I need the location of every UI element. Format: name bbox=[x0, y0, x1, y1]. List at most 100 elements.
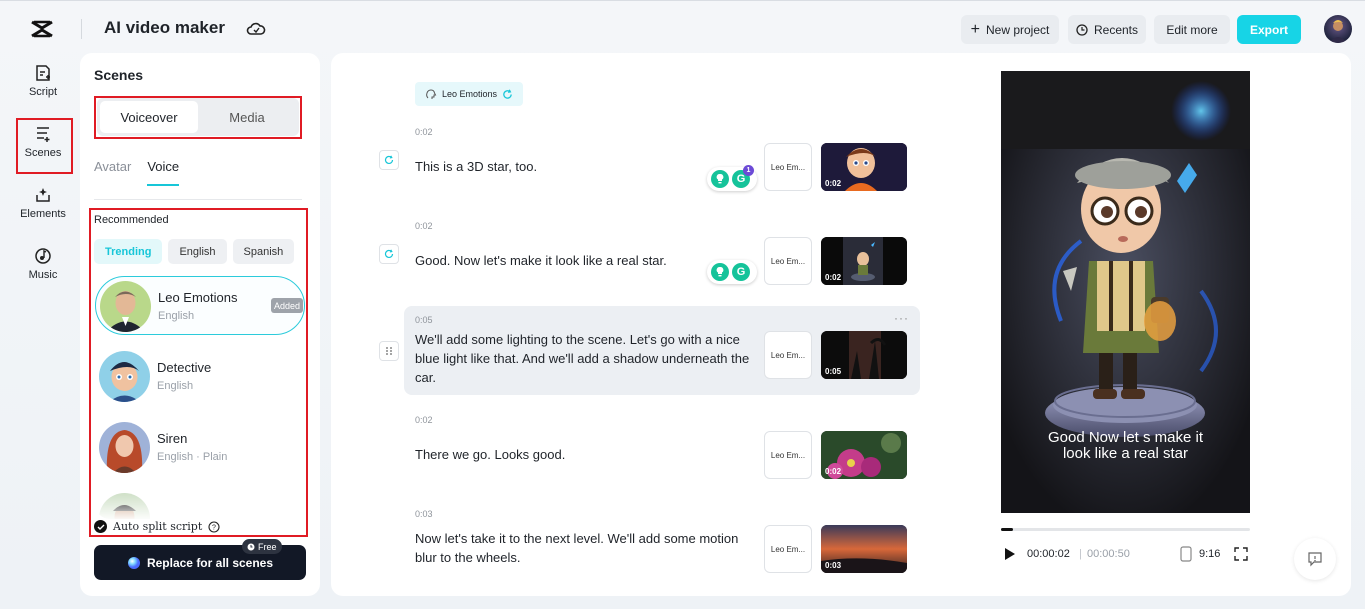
grammar-widget[interactable]: G bbox=[707, 260, 757, 284]
voice-card-detective[interactable]: Detective English bbox=[95, 347, 305, 406]
media-duration: 0:02 bbox=[825, 179, 841, 188]
added-badge: Added bbox=[271, 298, 303, 313]
elements-icon bbox=[34, 186, 52, 204]
rail-item-script[interactable]: Script bbox=[14, 64, 72, 98]
media-duration: 0:05 bbox=[825, 367, 841, 376]
media-duration: 0:02 bbox=[825, 273, 841, 282]
scene-text[interactable]: Now let's take it to the next level. We'… bbox=[415, 529, 755, 567]
scene-text[interactable]: This is a 3D star, too. bbox=[415, 157, 755, 176]
help-icon[interactable]: ? bbox=[208, 521, 220, 533]
voice-language: English bbox=[158, 310, 194, 322]
scene-time: 0:02 bbox=[415, 415, 433, 425]
auto-split-label: Auto split script bbox=[113, 520, 202, 533]
voice-name: Detective bbox=[157, 360, 211, 375]
grammar-widget[interactable]: G1 bbox=[707, 167, 757, 191]
voice-thumbnail[interactable]: Leo Em... bbox=[764, 431, 812, 479]
chip-spanish[interactable]: Spanish bbox=[233, 239, 295, 264]
voice-avatar bbox=[99, 351, 150, 402]
media-thumbnail[interactable]: 0:03 bbox=[821, 525, 907, 573]
script-editor: Leo Emotions 0:02 This is a 3D star, too… bbox=[331, 53, 1351, 596]
grammarly-icon: G1 bbox=[732, 170, 750, 188]
tab-voiceover[interactable]: Voiceover bbox=[100, 101, 198, 133]
voice-icon bbox=[425, 88, 437, 100]
scene-time: 0:05 bbox=[415, 315, 433, 325]
recommended-label: Recommended bbox=[94, 214, 169, 226]
scenes-panel: Scenes Voiceover Media Avatar Voice Reco… bbox=[80, 53, 320, 596]
voice-thumbnail[interactable]: Leo Em... bbox=[764, 237, 812, 285]
aspect-ratio[interactable]: 9:16 bbox=[1199, 548, 1220, 560]
regenerate-button[interactable] bbox=[379, 150, 399, 170]
plus-icon: + bbox=[971, 25, 980, 35]
more-options-icon[interactable]: ··· bbox=[894, 311, 909, 325]
voice-name: Leo Emotions bbox=[158, 290, 238, 305]
voice-thumbnail[interactable]: Leo Em... bbox=[764, 525, 812, 573]
recents-button[interactable]: Recents bbox=[1068, 15, 1146, 44]
lightbulb-icon bbox=[711, 263, 729, 281]
scene-text[interactable]: Good. Now let's make it look like a real… bbox=[415, 251, 755, 270]
playback-controls: 00:00:02 | 00:00:50 9:16 bbox=[1001, 545, 1250, 563]
edit-more-button[interactable]: Edit more bbox=[1154, 15, 1230, 44]
rail-item-elements[interactable]: Elements bbox=[14, 186, 72, 220]
user-avatar[interactable] bbox=[1324, 15, 1352, 43]
voice-tag[interactable]: Leo Emotions bbox=[415, 82, 523, 106]
svg-text:?: ? bbox=[212, 524, 216, 531]
voice-thumbnail[interactable]: Leo Em... bbox=[764, 331, 812, 379]
voice-name: Siren bbox=[157, 431, 187, 446]
voice-card-leo-emotions[interactable]: Leo Emotions English Added bbox=[95, 276, 305, 335]
rail-item-scenes[interactable]: Scenes bbox=[14, 125, 72, 159]
media-thumbnail[interactable]: 0:02 bbox=[821, 431, 907, 479]
divider bbox=[94, 199, 302, 200]
voice-thumbnail[interactable]: Leo Em... bbox=[764, 143, 812, 191]
cloud-sync-icon[interactable] bbox=[246, 20, 266, 38]
scene-time: 0:03 bbox=[415, 509, 433, 519]
feedback-button[interactable] bbox=[1294, 538, 1336, 580]
scene-time: 0:02 bbox=[415, 221, 433, 231]
feedback-icon bbox=[1307, 551, 1323, 567]
chip-english[interactable]: English bbox=[168, 239, 226, 264]
voice-card-siren[interactable]: Siren English · Plain bbox=[95, 418, 305, 477]
media-duration: 0:02 bbox=[825, 467, 841, 476]
capcut-logo-icon[interactable] bbox=[30, 18, 54, 40]
aspect-ratio-icon bbox=[1180, 546, 1192, 562]
regenerate-button[interactable] bbox=[379, 244, 399, 264]
preview-caption: Good Now let s make it look like a real … bbox=[1001, 430, 1250, 462]
play-icon[interactable] bbox=[1005, 548, 1015, 560]
playback-progress-bar[interactable] bbox=[1001, 528, 1250, 531]
orb-icon bbox=[127, 556, 141, 570]
subtab-avatar[interactable]: Avatar bbox=[94, 159, 131, 186]
voice-avatar bbox=[99, 422, 150, 473]
panel-title: Scenes bbox=[94, 67, 143, 83]
media-thumbnail[interactable]: 0:02 bbox=[821, 237, 907, 285]
auto-split-toggle[interactable]: Auto split script ? bbox=[94, 520, 220, 533]
divider bbox=[81, 19, 82, 39]
export-button[interactable]: Export bbox=[1237, 15, 1301, 44]
subtab-voice[interactable]: Voice bbox=[147, 159, 179, 186]
language-filter-chips: Trending English Spanish bbox=[94, 239, 294, 264]
top-bar: AI video maker + New project Recents Edi… bbox=[0, 0, 1365, 56]
drag-handle[interactable] bbox=[379, 341, 399, 361]
time-separator: | bbox=[1079, 548, 1082, 560]
check-icon bbox=[94, 520, 107, 533]
refresh-icon bbox=[384, 249, 394, 259]
media-thumbnail[interactable]: 0:05 bbox=[821, 331, 907, 379]
tab-media[interactable]: Media bbox=[198, 101, 296, 133]
video-preview[interactable]: Good Now let s make it look like a real … bbox=[1001, 71, 1250, 513]
fullscreen-icon[interactable] bbox=[1234, 547, 1248, 561]
new-project-button[interactable]: + New project bbox=[961, 15, 1059, 44]
music-icon bbox=[34, 247, 52, 265]
total-time: 00:00:50 bbox=[1087, 548, 1130, 560]
refresh-icon[interactable] bbox=[502, 89, 513, 100]
voice-language: English · Plain bbox=[157, 451, 227, 463]
media-thumbnail[interactable]: 0:02 bbox=[821, 143, 907, 191]
scenes-icon bbox=[34, 125, 52, 143]
progress-fill bbox=[1001, 528, 1013, 531]
scene-time: 0:02 bbox=[415, 127, 433, 137]
app-title: AI video maker bbox=[104, 18, 225, 38]
scene-text[interactable]: There we go. Looks good. bbox=[415, 445, 755, 464]
voice-avatar bbox=[100, 281, 151, 332]
lightbulb-icon bbox=[711, 170, 729, 188]
script-icon bbox=[34, 64, 52, 82]
rail-item-music[interactable]: Music bbox=[14, 247, 72, 281]
scene-text[interactable]: We'll add some lighting to the scene. Le… bbox=[415, 330, 755, 387]
chip-trending[interactable]: Trending bbox=[94, 239, 162, 264]
